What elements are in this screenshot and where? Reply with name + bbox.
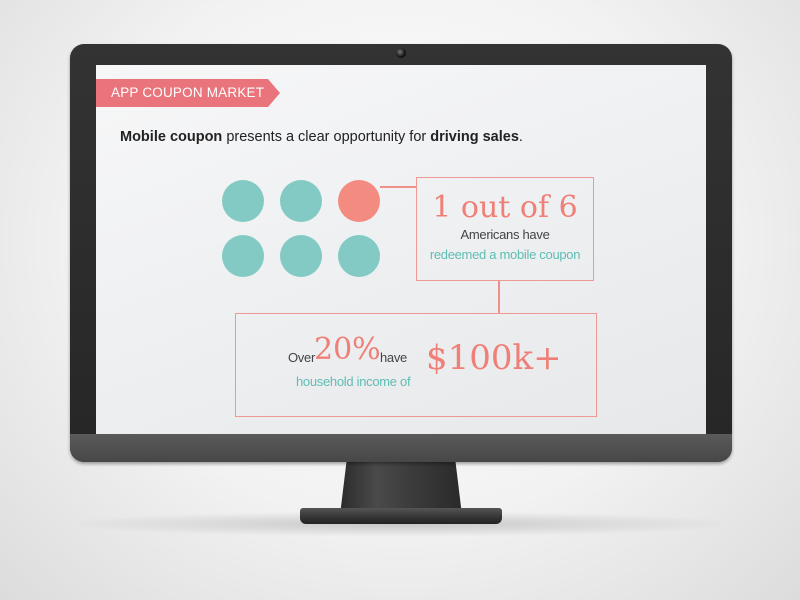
stat-line-1: Americans have xyxy=(460,227,550,242)
person-dot xyxy=(338,235,380,277)
ribbon-label: APP COUPON MARKET xyxy=(111,85,265,100)
headline-text: presents a clear opportunity for xyxy=(222,129,431,145)
connector-line xyxy=(380,186,416,188)
headline-strong-1: Mobile coupon xyxy=(120,129,223,145)
person-dot xyxy=(222,235,264,277)
stat-percent: 20% xyxy=(314,332,381,367)
monitor-chin xyxy=(70,434,732,462)
stat-box-income: Over 20% have household income of $100k+ xyxy=(235,313,597,417)
stat-prefix: Over xyxy=(288,350,315,365)
headline: Mobile coupon presents a clear opportuni… xyxy=(120,129,523,145)
webcam-icon xyxy=(396,48,406,58)
monitor-stand-base xyxy=(300,508,502,524)
stat-line-2: household income of xyxy=(296,374,411,389)
stat-value: 1 out of 6 xyxy=(432,190,578,225)
person-dot xyxy=(280,180,322,222)
monitor-stand-neck xyxy=(340,455,462,515)
person-dot xyxy=(222,180,264,222)
stat-box-one-in-six: 1 out of 6 Americans have redeemed a mob… xyxy=(416,177,594,281)
stat-line-2: redeemed a mobile coupon xyxy=(429,247,581,262)
stat-suffix: have xyxy=(380,350,407,365)
monitor-screen: APP COUPON MARKET Mobile coupon presents… xyxy=(96,65,706,434)
stat-amount: $100k+ xyxy=(426,338,562,378)
connector-line xyxy=(498,281,500,313)
headline-period: . xyxy=(518,129,523,145)
person-dot-highlighted xyxy=(338,180,380,222)
person-dot xyxy=(280,235,322,277)
headline-strong-2: driving sales xyxy=(430,129,519,145)
section-ribbon: APP COUPON MARKET xyxy=(96,79,280,107)
